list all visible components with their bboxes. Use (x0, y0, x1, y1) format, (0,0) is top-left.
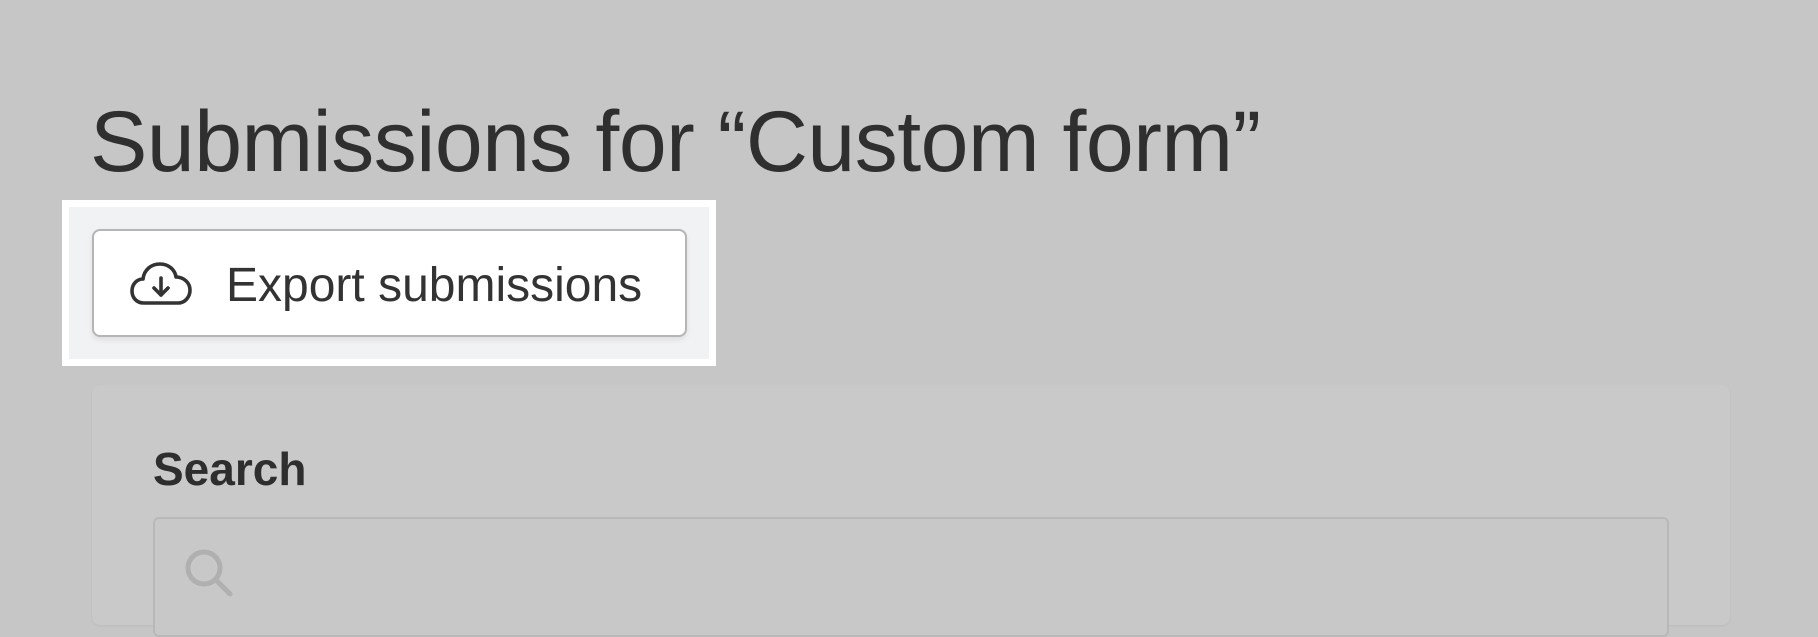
search-card: Search (92, 385, 1730, 637)
search-input[interactable] (245, 529, 1649, 601)
search-label: Search (153, 443, 307, 495)
cloud-download-icon (130, 262, 192, 305)
search-icon (185, 549, 233, 597)
export-submissions-button[interactable]: Export submissions (92, 229, 687, 337)
export-submissions-label: Export submissions (226, 259, 643, 312)
search-field[interactable] (153, 517, 1669, 637)
page-title: Submissions for “Custom form” (90, 94, 1261, 190)
